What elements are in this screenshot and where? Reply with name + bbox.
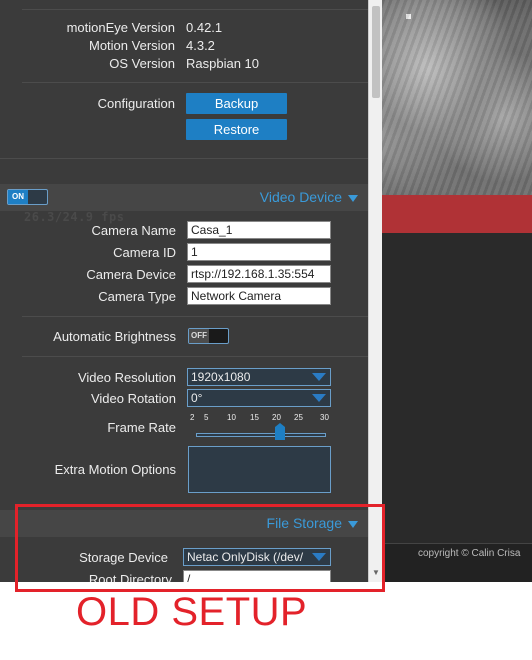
chevron-down-icon <box>348 194 358 202</box>
os-version-label: OS Version <box>109 56 175 71</box>
video-resolution-value: 1920x1080 <box>191 370 251 384</box>
video-device-title[interactable]: Video Device <box>260 189 358 205</box>
camera-type-label: Camera Type <box>98 289 176 304</box>
extra-motion-options-textarea[interactable] <box>188 446 331 493</box>
camera-name-label: Camera Name <box>91 223 176 238</box>
video-rotation-value: 0° <box>191 391 203 405</box>
camera-divider <box>22 316 368 317</box>
annotation-text: OLD SETUP <box>76 590 308 634</box>
frame-rate-tick-label: 5 <box>204 413 209 422</box>
video-device-toggle[interactable]: ON <box>7 189 48 205</box>
cursor-marker <box>406 14 411 19</box>
frame-rate-tick-label: 10 <box>227 413 236 422</box>
fps-overlay: 26.3/24.9 fps <box>24 210 125 224</box>
camera-device-label: Camera Device <box>86 267 176 282</box>
frame-rate-ticks: 2 5 10 15 20 25 30 <box>190 413 330 425</box>
backup-button[interactable]: Backup <box>186 93 287 114</box>
config-divider <box>0 158 368 159</box>
top-divider <box>22 9 368 10</box>
frame-rate-slider-handle[interactable] <box>275 423 285 440</box>
restore-button[interactable]: Restore <box>186 119 287 140</box>
camera-device-field[interactable]: rtsp://192.168.1.35:554 <box>187 265 331 283</box>
motioneye-app: copyright © Calin Crisa motionEye Versio… <box>0 0 532 582</box>
video-rotation-select[interactable]: 0° <box>187 389 331 407</box>
scrollbar-thumb[interactable] <box>372 6 380 98</box>
annotation-highlight-box <box>15 504 385 592</box>
extra-motion-options-label: Extra Motion Options <box>54 462 176 477</box>
frame-rate-label: Frame Rate <box>107 420 176 435</box>
motioneye-version-value: 0.42.1 <box>186 20 223 35</box>
camera-video-frame[interactable] <box>382 0 532 195</box>
camera-type-field: Network Camera <box>187 287 331 305</box>
os-version-value: Raspbian 10 <box>186 56 259 71</box>
motion-version-value: 4.3.2 <box>186 38 215 53</box>
info-divider <box>22 82 368 83</box>
frame-rate-slider[interactable] <box>196 433 326 437</box>
camera-id-field[interactable]: 1 <box>187 243 331 261</box>
chevron-down-icon <box>312 373 326 381</box>
preview-background <box>368 233 532 543</box>
auto-brightness-label: Automatic Brightness <box>53 329 176 344</box>
camera-id-label: Camera ID <box>113 245 176 260</box>
video-device-title-text: Video Device <box>259 189 342 205</box>
frame-rate-tick-label: 30 <box>320 413 329 422</box>
auto-brightness-toggle-knob: OFF <box>189 329 209 343</box>
brightness-divider <box>22 356 368 357</box>
configuration-label: Configuration <box>97 96 175 111</box>
video-device-toggle-knob: ON <box>8 190 28 204</box>
camera-name-field[interactable]: Casa_1 <box>187 221 331 239</box>
panel-scrollbar[interactable]: ▼ <box>368 0 382 582</box>
video-resolution-label: Video Resolution <box>77 370 176 385</box>
frame-rate-tick-label: 25 <box>294 413 303 422</box>
footer-divider <box>368 543 532 544</box>
motion-version-label: Motion Version <box>89 38 175 53</box>
frame-rate-tick-label: 15 <box>250 413 259 422</box>
copyright-text: copyright © Calin Crisa <box>418 548 521 559</box>
video-rotation-label: Video Rotation <box>90 391 176 406</box>
frame-rate-tick-label: 2 <box>190 413 195 422</box>
settings-panel: motionEye Version 0.42.1 Motion Version … <box>0 0 368 582</box>
auto-brightness-toggle[interactable]: OFF <box>188 328 229 344</box>
video-resolution-select[interactable]: 1920x1080 <box>187 368 331 386</box>
frame-rate-tick-label: 20 <box>272 413 281 422</box>
chevron-down-icon <box>312 394 326 402</box>
camera-status-band <box>368 195 532 233</box>
camera-preview[interactable]: copyright © Calin Crisa <box>368 0 532 582</box>
motioneye-version-label: motionEye Version <box>66 20 175 35</box>
video-device-header[interactable]: ON Video Device <box>0 184 368 211</box>
